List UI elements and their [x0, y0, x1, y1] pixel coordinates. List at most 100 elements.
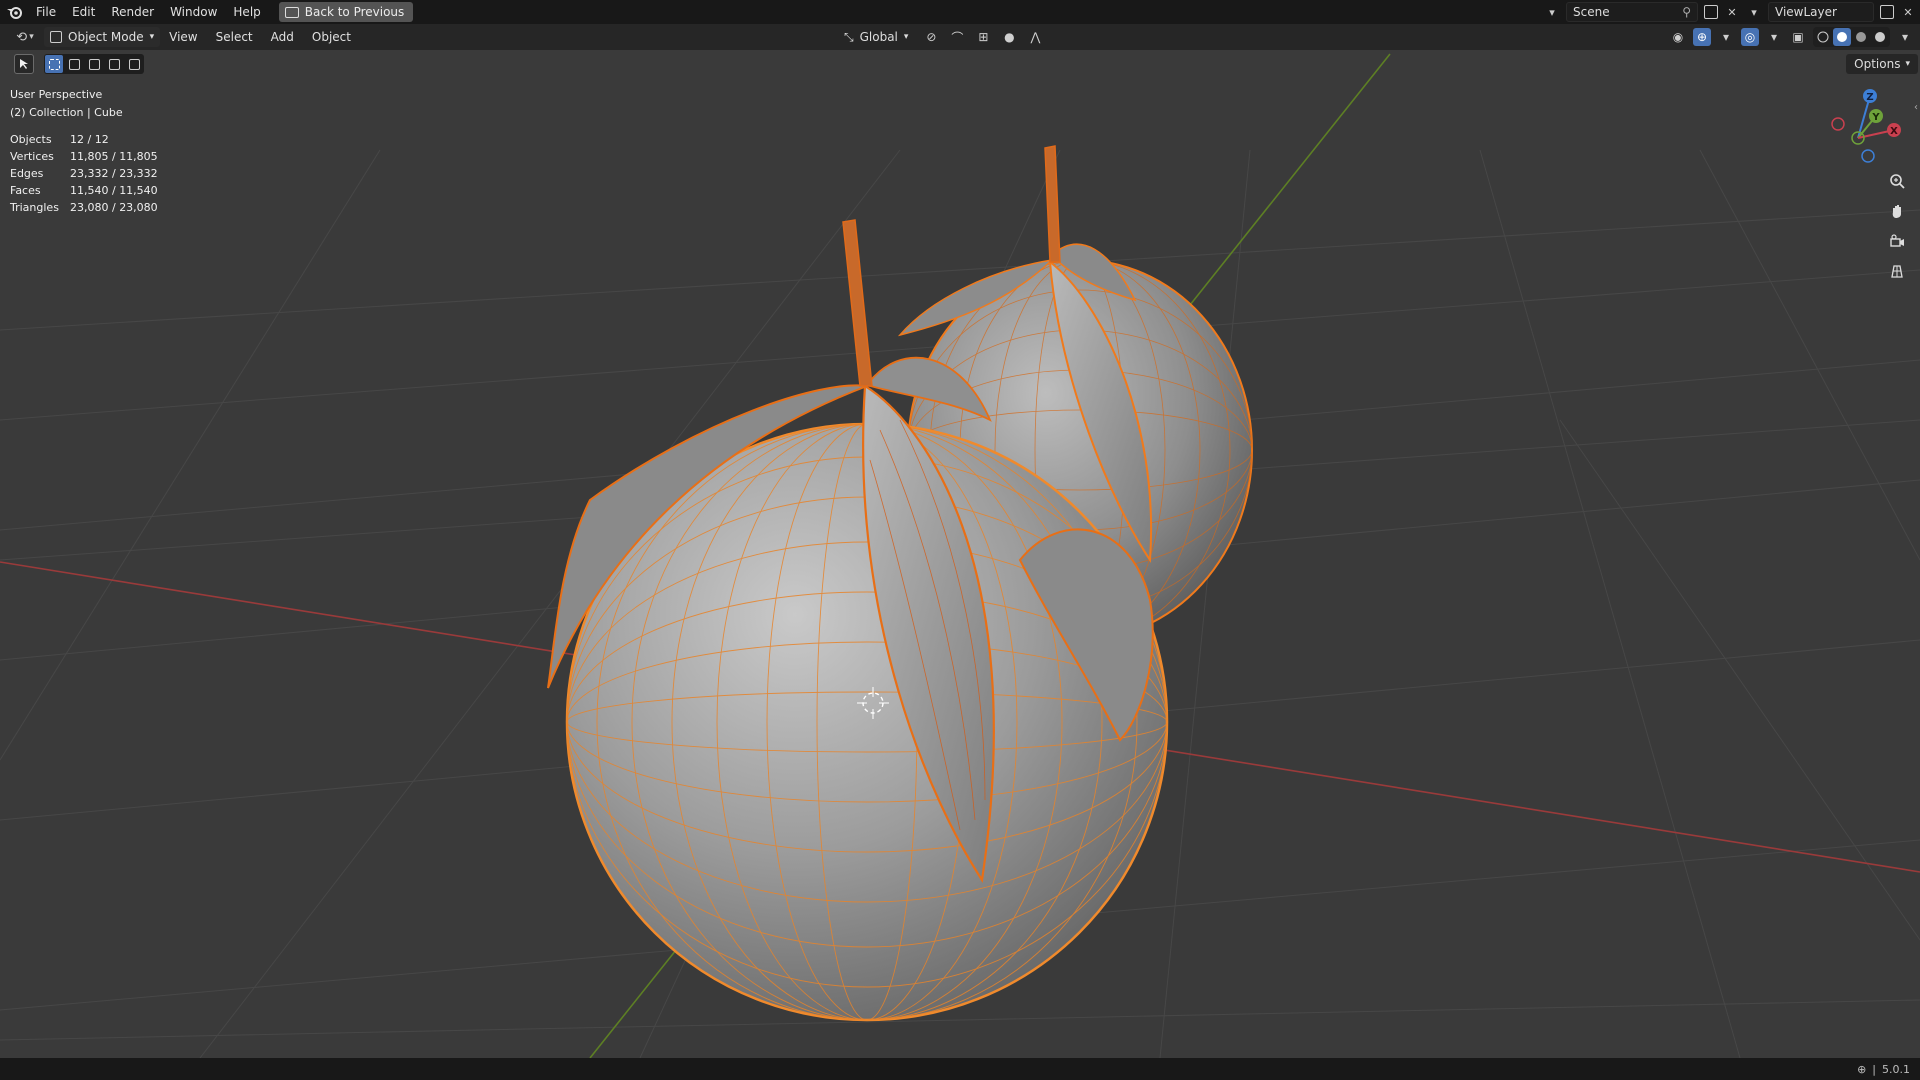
orientation-dropdown[interactable]: ⤡ Global ▾ — [838, 27, 914, 47]
navigation-gizmo[interactable]: Z Y X — [1820, 86, 1910, 170]
stats-value: 11,540 / 11,540 — [70, 184, 158, 197]
stats-value: 23,332 / 23,332 — [70, 167, 158, 180]
wireframe-shading-icon[interactable] — [1814, 28, 1832, 46]
network-globe-icon: ⊕ — [1857, 1062, 1867, 1076]
subtract-selection-icon[interactable] — [85, 55, 103, 73]
3d-viewport[interactable] — [0, 50, 1920, 1059]
xray-toggle-icon[interactable]: ▣ — [1789, 28, 1807, 46]
overlays-dropdown-icon[interactable]: ▾ — [1765, 28, 1783, 46]
back-screen-icon — [284, 6, 299, 18]
shading-dropdown-icon[interactable]: ▾ — [1896, 28, 1914, 46]
viewlayer-type-icon[interactable]: ▾ — [1746, 4, 1762, 20]
menu-file[interactable]: File — [28, 0, 64, 24]
object-mode-label: Object Mode — [68, 30, 144, 44]
solid-shading-icon[interactable] — [1833, 28, 1851, 46]
snap-target-icon[interactable]: ⊞ — [974, 28, 992, 46]
separator: | — [1872, 1062, 1876, 1076]
viewport-canvas[interactable] — [0, 50, 1920, 1059]
new-viewlayer-icon[interactable] — [1880, 5, 1894, 19]
stats-row: Vertices 11,805 / 11,805 — [10, 148, 158, 165]
stats-label: Triangles — [10, 201, 59, 214]
shading-modes — [1813, 27, 1890, 47]
neg-z-handle — [1861, 149, 1875, 163]
object-mode-icon — [50, 31, 62, 43]
scene-name: Scene — [1573, 5, 1610, 19]
stats-row: Faces 11,540 / 11,540 — [10, 182, 158, 199]
scene-type-icon[interactable]: ▾ — [1544, 4, 1560, 20]
editor-type-selector[interactable]: ⟲ ▾ — [10, 27, 40, 47]
stats-value: 23,080 / 23,080 — [70, 201, 158, 214]
y-axis-label: Y — [1871, 112, 1880, 123]
orientation-label: Global — [859, 30, 898, 44]
set-new-selection-icon[interactable] — [45, 55, 63, 73]
stats-label: Edges — [10, 167, 44, 180]
stats-row: Triangles 23,080 / 23,080 — [10, 199, 158, 216]
scene-selector[interactable]: Scene ⚲ — [1566, 2, 1698, 22]
menu-select[interactable]: Select — [207, 24, 262, 50]
blender-version: 5.0.1 — [1882, 1062, 1910, 1076]
status-bar: ⊕ | 5.0.1 — [0, 1058, 1920, 1080]
top-menu-bar: File Edit Render Window Help Back to Pre… — [0, 0, 1920, 24]
menu-add[interactable]: Add — [262, 24, 303, 50]
gizmo-toggle-icon[interactable]: ⊕ — [1693, 28, 1711, 46]
chevron-down-icon: ▾ — [1905, 59, 1910, 69]
gizmo-dropdown-icon[interactable]: ▾ — [1717, 28, 1735, 46]
menu-render[interactable]: Render — [103, 0, 162, 24]
new-scene-icon[interactable] — [1704, 5, 1718, 19]
select-tool-button[interactable] — [14, 54, 34, 74]
neg-x-handle — [1831, 117, 1845, 131]
camera-view-icon[interactable] — [1884, 228, 1910, 254]
sidebar-toggle-icon[interactable]: ‹ — [1914, 102, 1918, 113]
material-preview-icon[interactable] — [1852, 28, 1870, 46]
menu-edit[interactable]: Edit — [64, 0, 103, 24]
chevron-down-icon: ▾ — [29, 32, 34, 42]
viewlayer-selector[interactable]: ViewLayer — [1768, 2, 1874, 22]
perspective-label: User Perspective — [10, 88, 103, 101]
scene-statistics: Objects 12 / 12 Vertices 11,805 / 11,805 E… — [10, 131, 158, 216]
overlays-toggle-icon[interactable]: ◎ — [1741, 28, 1759, 46]
x-axis-label: X — [1890, 126, 1898, 137]
extend-selection-icon[interactable] — [65, 55, 83, 73]
zoom-icon[interactable] — [1884, 168, 1910, 194]
stats-row: Objects 12 / 12 — [10, 131, 158, 148]
stats-row: Edges 23,332 / 23,332 — [10, 165, 158, 182]
viewport-display-tools: ◉ ⊕ ▾ ◎ ▾ ▣ ▾ — [1669, 27, 1914, 47]
back-to-previous-button[interactable]: Back to Previous — [278, 2, 414, 22]
cursor-arrow-icon — [20, 59, 28, 69]
viewport-header: ⟲ ▾ Object Mode ▾ View Select Add Object… — [0, 24, 1920, 50]
tool-settings-row — [14, 54, 144, 74]
editor-type-icon: ⟲ — [16, 29, 28, 45]
invert-selection-icon[interactable] — [105, 55, 123, 73]
menu-window[interactable]: Window — [162, 0, 225, 24]
falloff-icon[interactable]: ⋀ — [1026, 28, 1044, 46]
visibility-icon[interactable]: ◉ — [1669, 28, 1687, 46]
perspective-toggle-icon[interactable] — [1884, 258, 1910, 284]
proportional-editing-icon[interactable]: ● — [1000, 28, 1018, 46]
blender-logo-icon[interactable] — [0, 0, 28, 24]
snap-icon[interactable]: ⌒ — [948, 28, 966, 46]
intersect-selection-icon[interactable] — [125, 55, 143, 73]
chevron-down-icon: ▾ — [903, 32, 909, 42]
chevron-down-icon: ▾ — [149, 32, 155, 42]
pin-icon[interactable]: ⚲ — [1682, 5, 1691, 19]
stats-value: 12 / 12 — [70, 133, 109, 146]
object-mode-dropdown[interactable]: Object Mode ▾ — [44, 27, 161, 47]
menu-help[interactable]: Help — [225, 0, 268, 24]
menu-view[interactable]: View — [160, 24, 206, 50]
stats-label: Faces — [10, 184, 41, 197]
delete-viewlayer-icon[interactable]: ✕ — [1900, 4, 1916, 20]
options-dropdown[interactable]: Options ▾ — [1846, 54, 1918, 74]
pivot-point-icon[interactable]: ⊘ — [922, 28, 940, 46]
orientation-icon: ⤡ — [844, 29, 854, 44]
delete-scene-icon[interactable]: ✕ — [1724, 4, 1740, 20]
stats-label: Vertices — [10, 150, 54, 163]
rendered-shading-icon[interactable] — [1871, 28, 1889, 46]
active-collection-label: (2) Collection | Cube — [10, 106, 123, 119]
back-to-previous-label: Back to Previous — [304, 5, 405, 19]
viewport-info-overlay: User Perspective (2) Collection | Cube — [10, 86, 123, 121]
viewlayer-name: ViewLayer — [1775, 5, 1837, 19]
stats-value: 11,805 / 11,805 — [70, 150, 158, 163]
options-label: Options — [1854, 57, 1901, 71]
pan-hand-icon[interactable] — [1884, 198, 1910, 224]
menu-object[interactable]: Object — [303, 24, 360, 50]
